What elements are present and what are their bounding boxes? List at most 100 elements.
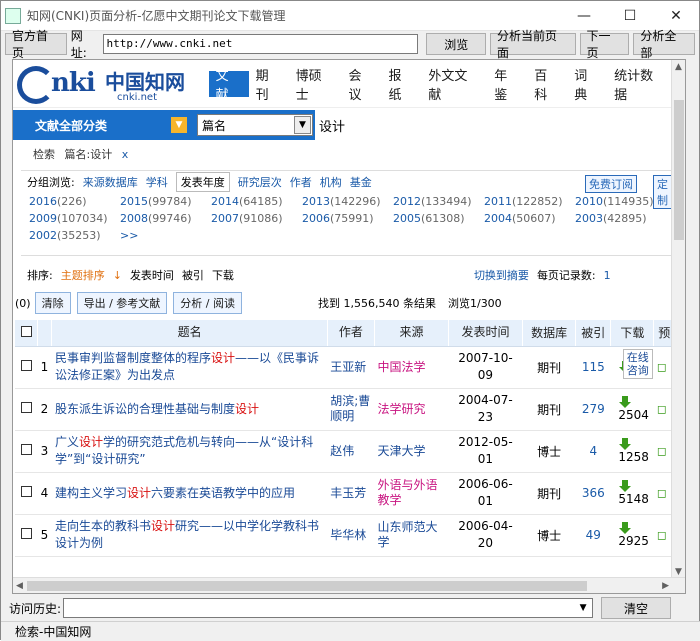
row-checkbox[interactable] xyxy=(15,388,38,431)
nav-baike[interactable]: 百科 xyxy=(527,69,567,103)
chevron-down-icon[interactable]: ▼ xyxy=(171,117,187,133)
year-link[interactable]: 2011(122852) xyxy=(484,195,575,208)
history-dropdown[interactable]: ▼ xyxy=(63,598,594,618)
year-link[interactable]: 2002(35253) xyxy=(29,229,120,242)
hscroll-thumb[interactable] xyxy=(27,581,587,591)
year-link[interactable]: 2005(61308) xyxy=(393,212,484,225)
article-title-link[interactable]: 股东派生诉讼的合理性基础与制度设计 xyxy=(51,388,328,431)
chevron-down-icon[interactable]: ▼ xyxy=(575,600,591,616)
source-link[interactable]: 天津大学 xyxy=(374,430,449,473)
nav-baozhi[interactable]: 报纸 xyxy=(381,69,421,103)
analyze-page-button[interactable]: 分析当前页面 xyxy=(490,29,576,60)
per-page-value[interactable]: 1 xyxy=(604,269,611,282)
year-link[interactable]: 2012(133494) xyxy=(393,195,484,208)
nav-tongji[interactable]: 统计数据 xyxy=(607,69,673,103)
nav-cidian[interactable]: 词典 xyxy=(567,69,607,103)
tab-subject[interactable]: 学科 xyxy=(146,174,168,190)
tab-level[interactable]: 研究层次 xyxy=(238,174,282,190)
clear-selection-button[interactable]: 清除 xyxy=(34,292,71,314)
download-icon[interactable] xyxy=(618,438,632,450)
author-link[interactable]: 赵伟 xyxy=(327,430,375,473)
author-link[interactable]: 王亚新 xyxy=(327,346,375,389)
browse-button[interactable]: 浏览 xyxy=(426,33,487,55)
scroll-thumb[interactable] xyxy=(674,100,684,240)
download-icon[interactable] xyxy=(618,480,632,492)
cite-count[interactable]: 115 xyxy=(575,346,611,389)
nav-boshuoshi[interactable]: 博硕士 xyxy=(289,69,342,103)
year-link[interactable]: 2016(226) xyxy=(29,195,120,208)
header-cite[interactable]: 被引 xyxy=(575,320,612,347)
source-link[interactable]: 外语与外语教学 xyxy=(374,472,449,515)
online-consult-popup[interactable]: 在线咨询 xyxy=(622,348,653,379)
sort-download[interactable]: 下载 xyxy=(212,267,234,283)
year-link[interactable]: 2008(99746) xyxy=(120,212,211,225)
nav-waiwen[interactable]: 外文文献 xyxy=(421,69,487,103)
tab-year[interactable]: 发表年度 xyxy=(175,172,230,192)
tab-fund[interactable]: 基金 xyxy=(350,174,372,190)
header-source[interactable]: 来源 xyxy=(374,320,449,347)
field-select[interactable]: 篇名 ▼ xyxy=(197,114,313,136)
header-db[interactable]: 数据库 xyxy=(522,320,577,347)
year-link[interactable]: 2004(50607) xyxy=(484,212,575,225)
maximize-button[interactable]: ☐ xyxy=(607,1,653,31)
header-download[interactable]: 下载 xyxy=(610,320,655,347)
clear-history-button[interactable]: 清空 xyxy=(601,597,672,619)
cite-count[interactable]: 49 xyxy=(575,514,611,557)
nav-qikan[interactable]: 期刊 xyxy=(249,69,289,103)
scroll-down-icon[interactable]: ▼ xyxy=(675,567,682,577)
scroll-up-icon[interactable]: ▲ xyxy=(675,62,682,72)
export-button[interactable]: 导出 / 参考文献 xyxy=(76,292,168,314)
row-checkbox[interactable] xyxy=(15,472,38,515)
next-page-button[interactable]: 下一页 xyxy=(579,29,630,60)
article-title-link[interactable]: 广义设计学的研究范式危机与转向——从“设计科学”到“设计研究” xyxy=(51,430,328,473)
author-link[interactable]: 丰玉芳 xyxy=(327,472,375,515)
select-all-checkbox[interactable] xyxy=(15,320,39,347)
nav-wenxian[interactable]: 文献 xyxy=(208,69,249,103)
article-title-link[interactable]: 建构主义学习设计六要素在英语教学中的应用 xyxy=(51,472,328,515)
year-link[interactable]: 2014(64185) xyxy=(211,195,302,208)
custom-button[interactable]: 定制 xyxy=(653,175,673,209)
source-link[interactable]: 山东师范大学 xyxy=(374,514,449,557)
tab-institution[interactable]: 机构 xyxy=(320,174,342,190)
download-icon[interactable] xyxy=(618,522,632,534)
crumb-search[interactable]: 检索 xyxy=(33,148,55,161)
header-date[interactable]: 发表时间 xyxy=(448,320,523,347)
subscribe-button[interactable]: 免费订阅 xyxy=(585,175,637,193)
cite-count[interactable]: 4 xyxy=(575,430,611,473)
tab-source-db[interactable]: 来源数据库 xyxy=(83,174,138,190)
article-title-link[interactable]: 走向生本的教科书设计研究——以中学化学教科书设计为例 xyxy=(51,514,328,557)
nav-huiyi[interactable]: 会议 xyxy=(341,69,381,103)
switch-abstract-link[interactable]: 切换到摘要 xyxy=(474,267,529,283)
scroll-right-icon[interactable]: ▶ xyxy=(662,581,669,591)
home-button[interactable]: 官方首页 xyxy=(5,29,67,60)
cnki-logo[interactable]: nki 中国知网 cnki.net xyxy=(13,60,209,108)
row-checkbox[interactable] xyxy=(15,430,38,473)
row-checkbox[interactable] xyxy=(15,514,38,557)
sort-date[interactable]: 发表时间 xyxy=(130,267,174,283)
header-title[interactable]: 题名 xyxy=(51,320,328,347)
horizontal-scrollbar[interactable]: ◀ ▶ xyxy=(13,577,685,593)
author-link[interactable]: 胡滨;曹顺明 xyxy=(327,388,375,431)
minimize-button[interactable]: — xyxy=(561,1,607,31)
sort-topic[interactable]: 主题排序 ↓ xyxy=(61,267,122,283)
cite-count[interactable]: 366 xyxy=(575,472,611,515)
dropdown-arrow-icon[interactable]: ▼ xyxy=(294,116,311,134)
scroll-left-icon[interactable]: ◀ xyxy=(16,581,23,591)
crumb-remove[interactable]: x xyxy=(122,148,129,161)
year-link[interactable]: 2007(91086) xyxy=(211,212,302,225)
header-author[interactable]: 作者 xyxy=(327,320,376,347)
close-button[interactable]: ✕ xyxy=(653,1,699,31)
download-icon[interactable] xyxy=(618,396,632,408)
year-link[interactable]: 2003(42895) xyxy=(575,212,666,225)
year-link[interactable]: 2006(75991) xyxy=(302,212,393,225)
more-years-link[interactable]: >> xyxy=(120,229,211,242)
year-link[interactable]: 2015(99784) xyxy=(120,195,211,208)
cite-count[interactable]: 279 xyxy=(575,388,611,431)
vertical-scrollbar[interactable]: ▲ ▼ xyxy=(671,60,685,579)
year-link[interactable]: 2009(107034) xyxy=(29,212,120,225)
year-link[interactable]: 2013(142296) xyxy=(302,195,393,208)
article-title-link[interactable]: 民事审判监督制度整体的程序设计——以《民事诉讼法修正案》为出发点 xyxy=(51,346,328,389)
row-checkbox[interactable] xyxy=(15,346,38,389)
analyze-all-button[interactable]: 分析全部 xyxy=(633,29,695,60)
sort-cite[interactable]: 被引 xyxy=(182,267,204,283)
